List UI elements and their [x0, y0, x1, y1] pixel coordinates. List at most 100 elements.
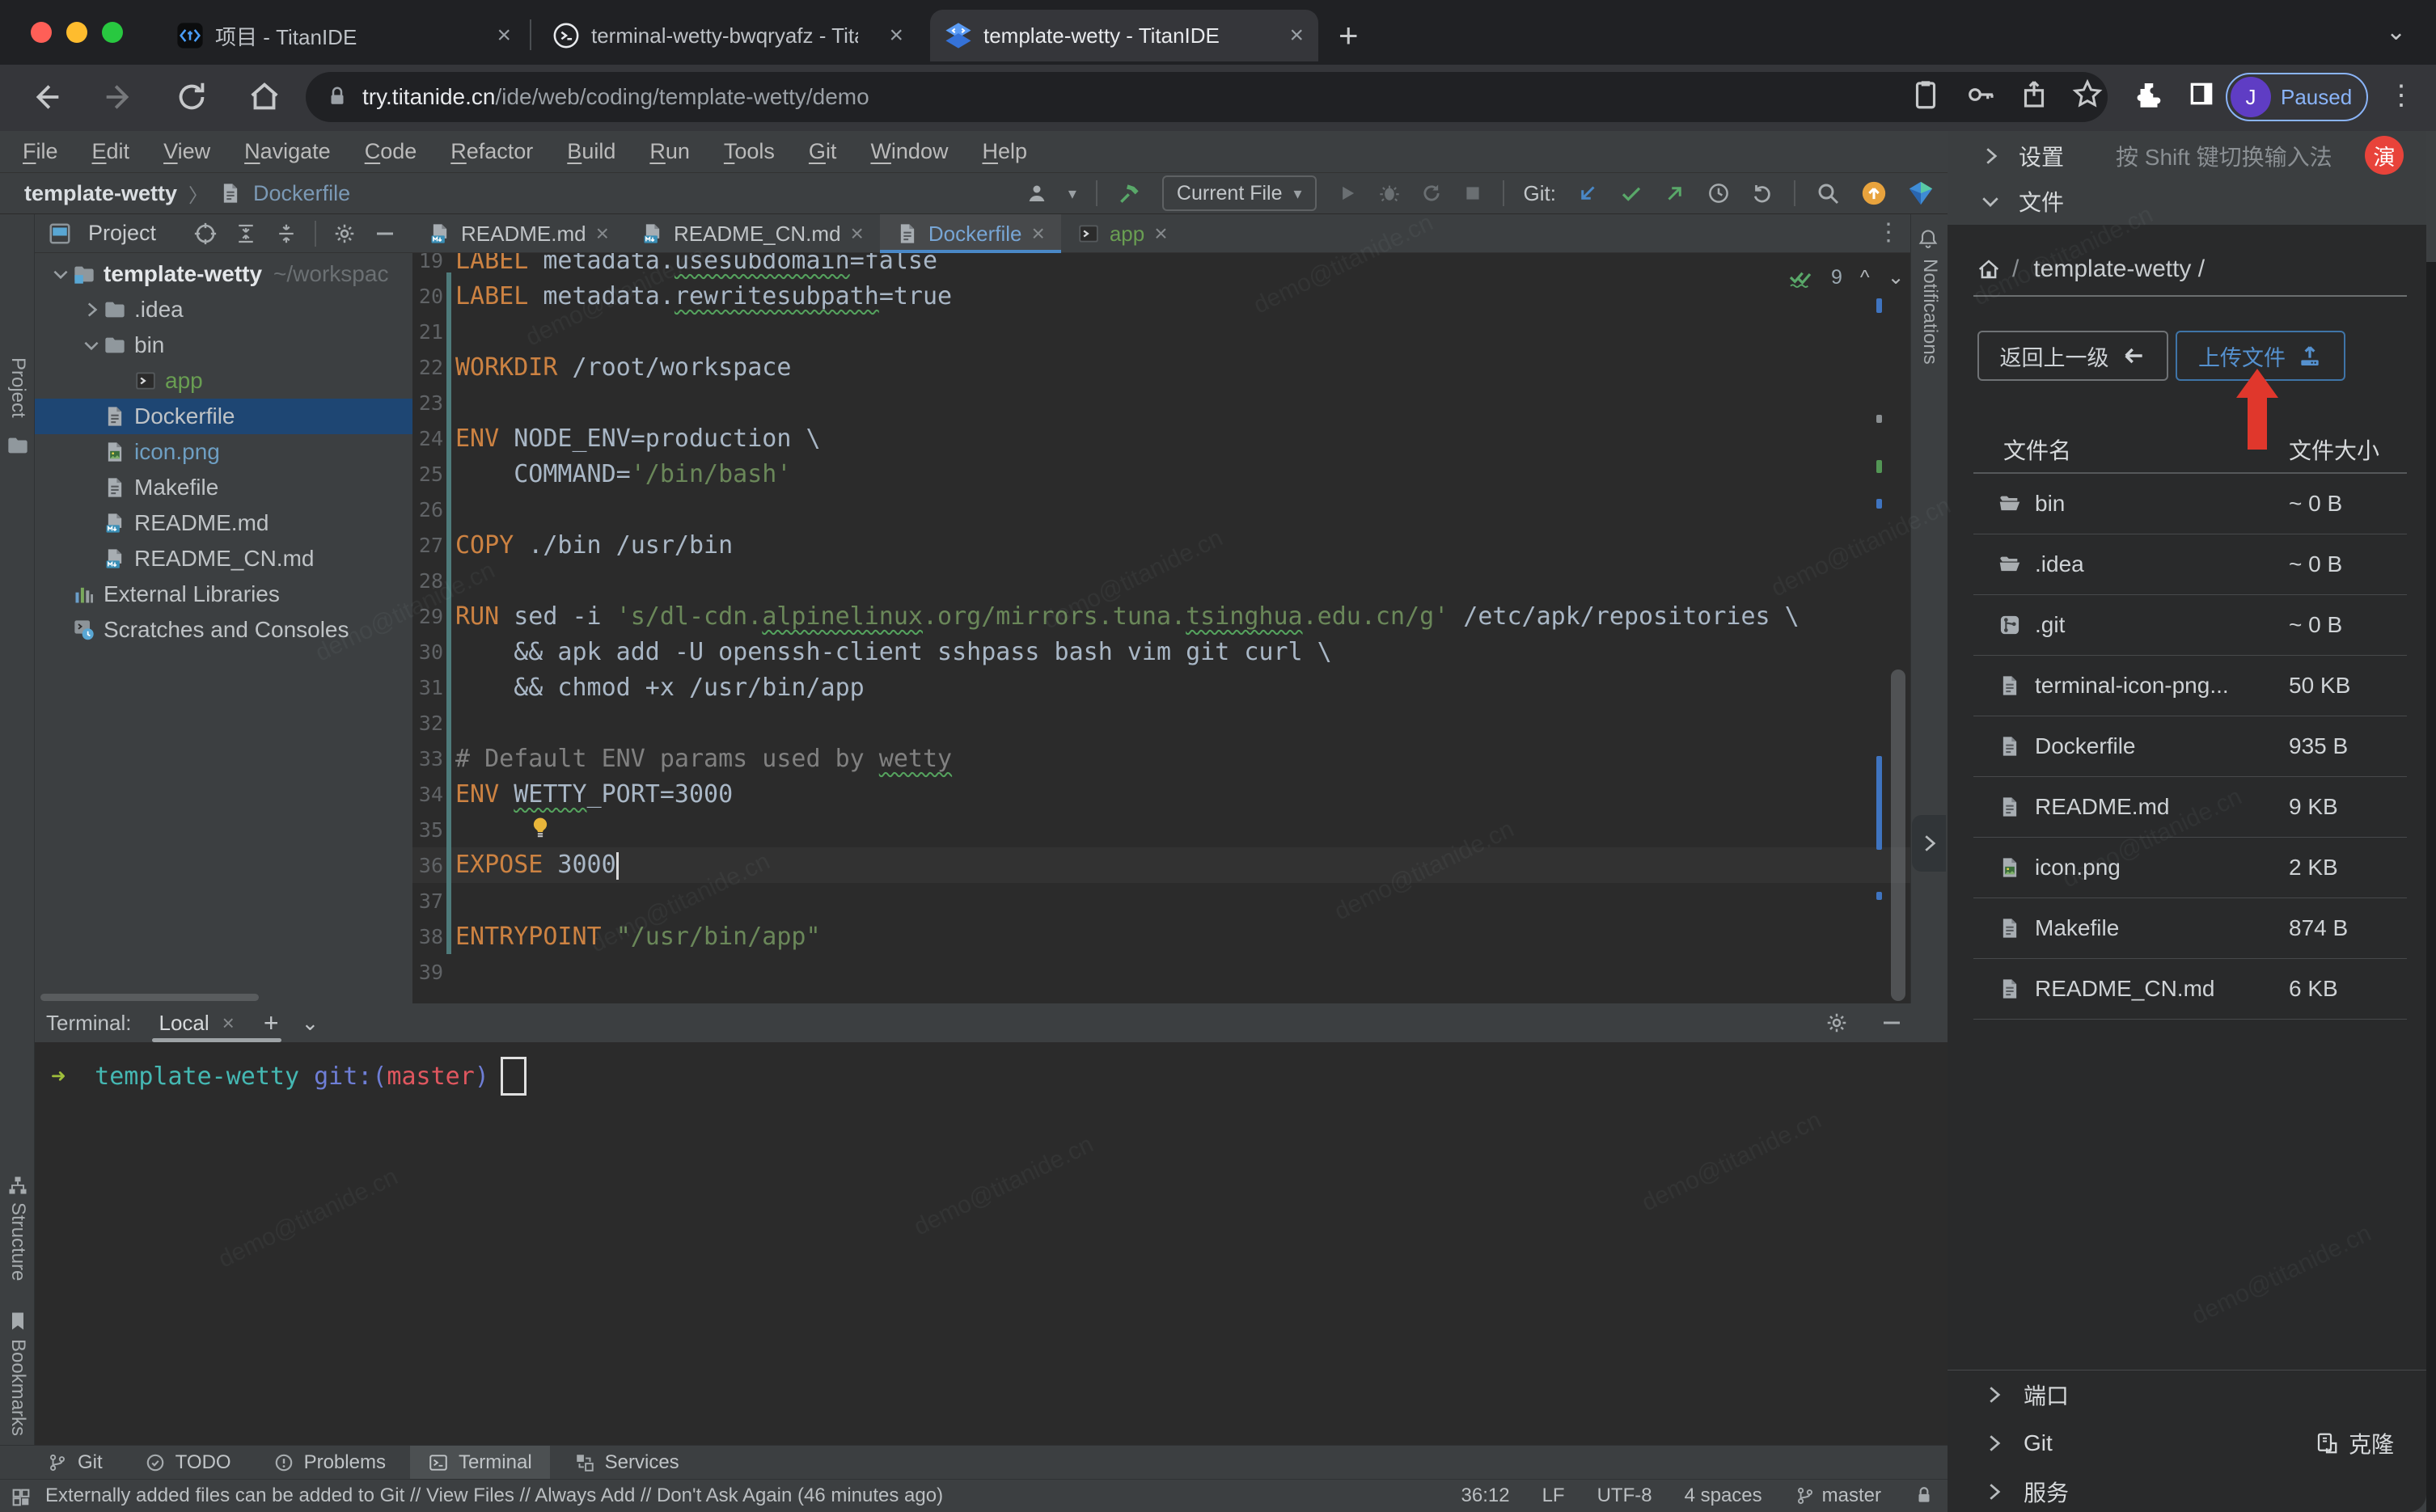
chevron-down-icon[interactable]	[49, 264, 73, 285]
close-tab-icon[interactable]: ×	[889, 23, 903, 48]
file-row--git[interactable]: .git ~ 0 B	[1973, 595, 2407, 656]
close-tab-icon[interactable]: ×	[1154, 221, 1167, 247]
browser-menu-icon[interactable]: ⋮	[2387, 79, 2415, 112]
new-terminal-icon[interactable]: +	[264, 1008, 279, 1038]
chevron-down-icon[interactable]	[79, 335, 104, 356]
debug-bug-icon[interactable]	[1378, 182, 1401, 205]
editor-tab-app[interactable]: app ×	[1061, 214, 1184, 253]
close-tab-icon[interactable]: ×	[497, 23, 511, 48]
close-tab-icon[interactable]: ×	[596, 221, 609, 247]
tool-window-button-terminal[interactable]: Terminal	[409, 1445, 550, 1480]
menu-git[interactable]: Git	[809, 139, 837, 164]
terminal-dropdown-icon[interactable]: ⌄	[302, 1011, 319, 1036]
panel-section-端口[interactable]: 端口	[1948, 1371, 2426, 1419]
menu-window[interactable]: Window	[870, 139, 948, 164]
home-nav-icon[interactable]	[246, 78, 283, 116]
git-push-icon[interactable]	[1663, 181, 1687, 205]
indent-setting[interactable]: 4 spaces	[1685, 1485, 1762, 1507]
coverage-icon[interactable]	[1420, 182, 1443, 205]
bell-icon[interactable]	[1917, 228, 1939, 251]
history-clock-icon[interactable]	[1706, 181, 1731, 205]
close-tab-icon[interactable]: ×	[851, 221, 864, 247]
breadcrumb[interactable]: template-wetty 〉 Dockerfile	[24, 173, 350, 213]
git-commit-check-icon[interactable]	[1619, 181, 1643, 205]
browser-tab-project[interactable]: 项目 - TitanIDE ×	[162, 10, 526, 61]
tool-windows-grid-icon[interactable]	[10, 1486, 32, 1509]
locate-target-icon[interactable]	[193, 222, 218, 246]
tool-window-button-problems[interactable]: Problems	[256, 1446, 404, 1480]
file-row-makefile[interactable]: Makefile 874 B	[1973, 898, 2407, 959]
tree-item-makefile[interactable]: Makefile	[35, 470, 412, 505]
bookmark-star-icon[interactable]	[2070, 78, 2104, 112]
share-icon[interactable]	[2017, 78, 2051, 112]
breadcrumb-file[interactable]: Dockerfile	[253, 181, 350, 206]
menu-build[interactable]: Build	[567, 139, 615, 164]
tree-item-scratches-and-consoles[interactable]: Scratches and Consoles	[35, 612, 412, 648]
reveal-panel-button[interactable]	[1912, 815, 1946, 872]
gear-icon[interactable]	[332, 222, 357, 246]
clipboard-icon[interactable]	[1909, 78, 1943, 112]
tree-item--idea[interactable]: .idea	[35, 292, 412, 327]
user-icon[interactable]	[1025, 181, 1049, 205]
menu-edit[interactable]: Edit	[92, 139, 130, 164]
editor-tab-readme-cn-md[interactable]: README_CN.md ×	[625, 214, 880, 253]
tree-item-template-wetty[interactable]: template-wetty ~/workspac	[35, 256, 412, 292]
prev-problem-icon[interactable]: ^	[1860, 266, 1870, 289]
new-tab-button[interactable]: +	[1339, 16, 1359, 55]
tree-item-icon-png[interactable]: icon.png	[35, 434, 412, 470]
go-up-button[interactable]: 返回上一级	[1977, 331, 2168, 381]
files-section-header[interactable]: 文件	[1948, 178, 2426, 225]
build-hammer-icon[interactable]	[1117, 180, 1143, 206]
editor-tab-readme-md[interactable]: README.md ×	[412, 214, 625, 253]
profile-button[interactable]: J Paused	[2226, 73, 2368, 121]
terminal-settings-gear-icon[interactable]	[1825, 1011, 1849, 1035]
tree-item-dockerfile[interactable]: Dockerfile	[35, 399, 412, 434]
run-config-dropdown[interactable]: Current File ▾	[1161, 175, 1317, 211]
file-row-icon-png[interactable]: icon.png 2 KB	[1973, 838, 2407, 898]
panel-section-服务[interactable]: 服务	[1948, 1468, 2426, 1512]
status-message[interactable]: Externally added files can be added to G…	[45, 1485, 943, 1507]
inspections-widget[interactable]: 9 ^ ⌄	[1787, 264, 1905, 290]
breadcrumb-project[interactable]: template-wetty	[24, 181, 177, 206]
menu-tools[interactable]: Tools	[724, 139, 775, 164]
forward-nav-icon[interactable]	[100, 78, 137, 116]
file-row-readme-cn-md[interactable]: README_CN.md 6 KB	[1973, 959, 2407, 1020]
folder-icon[interactable]	[6, 434, 29, 457]
tool-strip-notifications[interactable]: Notifications	[1918, 259, 1941, 365]
file-row-dockerfile[interactable]: Dockerfile 935 B	[1973, 716, 2407, 777]
file-encoding[interactable]: UTF-8	[1597, 1485, 1652, 1507]
chevron-right-icon[interactable]	[79, 299, 104, 320]
run-play-icon[interactable]	[1336, 182, 1359, 205]
menu-view[interactable]: View	[163, 139, 210, 164]
close-tab-icon[interactable]: ×	[1289, 23, 1304, 48]
tree-item-app[interactable]: app	[35, 363, 412, 399]
expand-all-icon[interactable]	[234, 222, 258, 246]
maximize-window-button[interactable]	[102, 22, 123, 43]
editor-tab-dockerfile[interactable]: Dockerfile ×	[879, 214, 1061, 254]
line-ending[interactable]: LF	[1542, 1485, 1565, 1507]
terminal-tab-local[interactable]: Local ×	[152, 1003, 283, 1042]
menu-refactor[interactable]: Refactor	[450, 139, 533, 164]
intention-bulb-icon[interactable]	[528, 816, 552, 840]
tree-item-bin[interactable]: bin	[35, 327, 412, 363]
menu-file[interactable]: File	[23, 139, 58, 164]
settings-section-header[interactable]: 设置 按 Shift 键切换输入法	[1948, 133, 2426, 179]
ide-gem-icon[interactable]	[1907, 179, 1935, 207]
tool-window-button-services[interactable]: Services	[556, 1446, 697, 1480]
panel-section-Git[interactable]: Git 克隆	[1948, 1419, 2426, 1468]
extensions-puzzle-icon[interactable]	[2132, 78, 2166, 112]
reload-icon[interactable]	[173, 78, 210, 116]
tool-strip-structure[interactable]: Structure	[6, 1202, 29, 1281]
close-tab-icon[interactable]: ×	[1031, 221, 1044, 247]
horizontal-scrollbar[interactable]	[40, 994, 259, 1001]
menu-navigate[interactable]: Navigate	[244, 139, 331, 164]
back-nav-icon[interactable]	[27, 78, 65, 116]
lock-icon[interactable]	[1914, 1485, 1935, 1506]
tree-item-readme-cn-md[interactable]: README_CN.md	[35, 541, 412, 577]
rollback-icon[interactable]	[1750, 181, 1774, 205]
tool-strip-project[interactable]: Project	[6, 357, 29, 418]
file-row-readme-md[interactable]: README.md 9 KB	[1973, 777, 2407, 838]
tab-search-icon[interactable]: ⌄	[2386, 18, 2406, 46]
minimize-window-button[interactable]	[66, 22, 87, 43]
close-terminal-tab-icon[interactable]: ×	[222, 1011, 235, 1036]
